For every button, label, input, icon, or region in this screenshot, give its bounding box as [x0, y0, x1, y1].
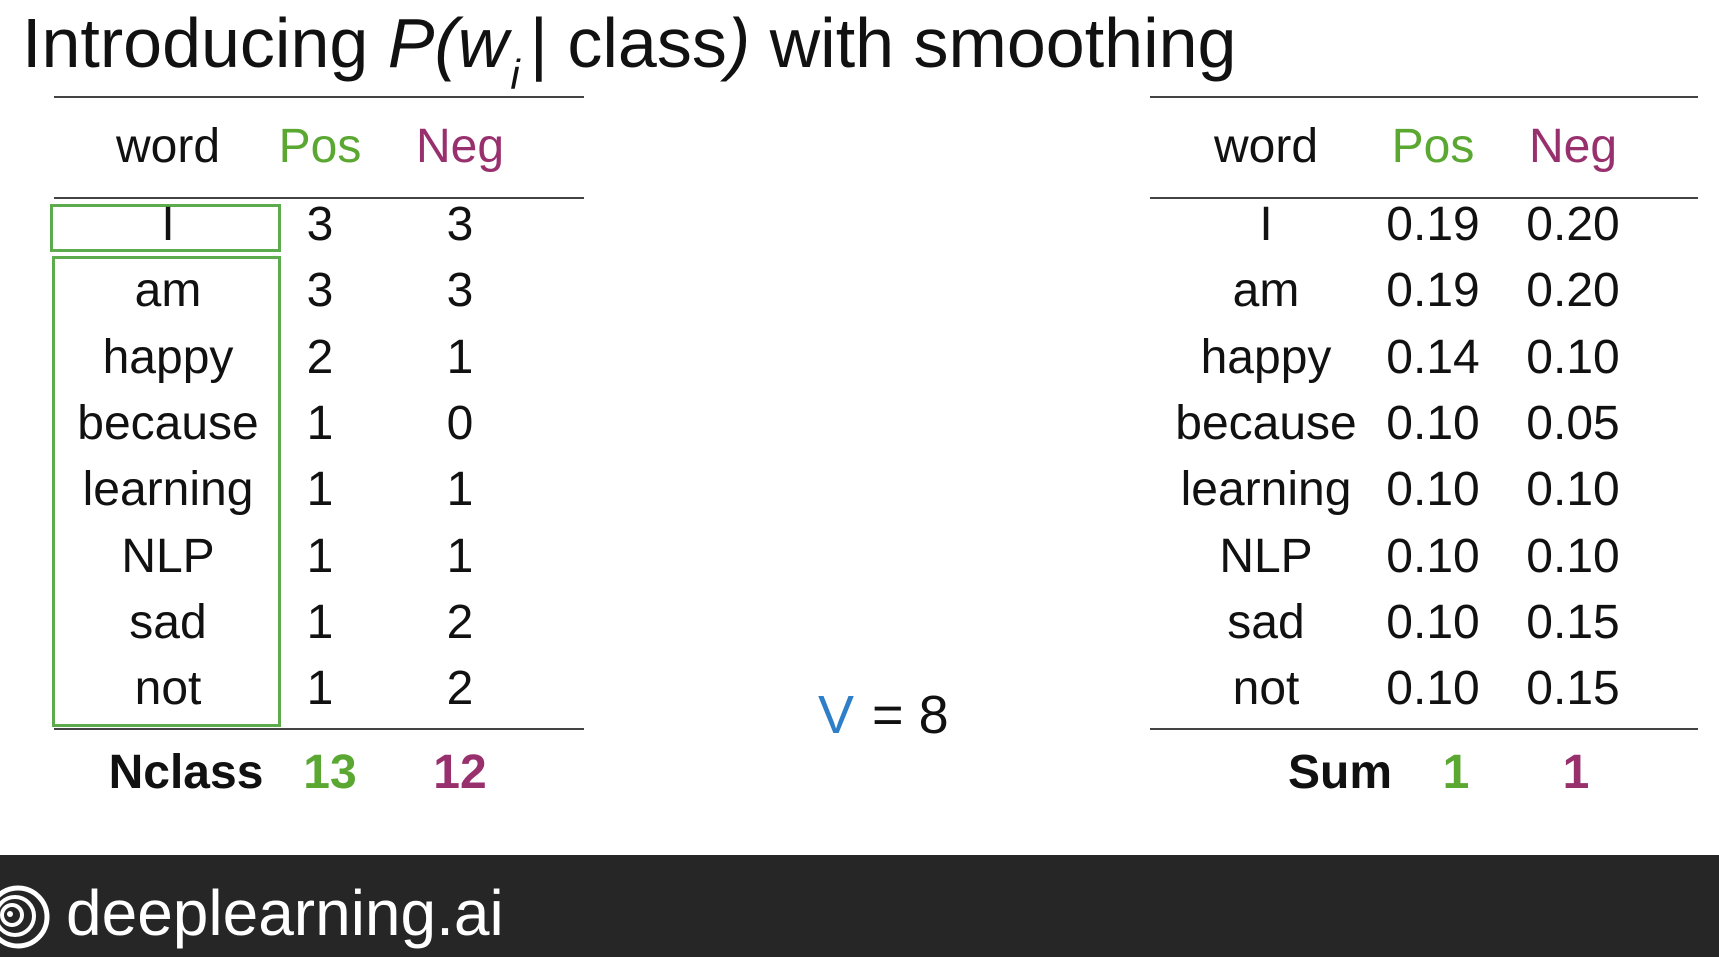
title-p-close: )	[726, 4, 751, 82]
counts-cell-neg: 3	[446, 264, 474, 318]
counts-cell-neg: 3	[446, 198, 474, 251]
prob-cell-pos: 0.19	[1386, 198, 1480, 251]
counts-cell-pos: 2	[306, 330, 334, 384]
counts-cell-neg: 0	[446, 396, 474, 450]
counts-footer-neg: 12	[433, 746, 487, 799]
counts-cell-neg: 1	[446, 463, 474, 517]
left-table-top-rule	[54, 96, 584, 98]
right-table-bottom-rule	[1150, 728, 1698, 730]
prob-cell-word: sad	[1227, 595, 1305, 649]
prob-cell-neg: 0.15	[1526, 595, 1620, 649]
counts-cell-word: happy	[102, 330, 234, 384]
prob-cell-neg: 0.20	[1526, 264, 1620, 318]
vocabulary-size: V = 8	[818, 680, 949, 750]
counts-header-neg: Neg	[415, 120, 505, 173]
counts-cell-word: sad	[129, 595, 207, 649]
prob-cell-word: happy	[1200, 330, 1332, 384]
prob-cell-word: learning	[1180, 463, 1352, 517]
counts-cell-word: not	[134, 662, 202, 716]
prob-cell-pos: 0.10	[1386, 396, 1480, 450]
title-p-open: P(w	[387, 4, 509, 82]
right-table-top-rule	[1150, 96, 1698, 98]
prob-cell-word: am	[1232, 264, 1300, 318]
prob-cell-neg: 0.10	[1526, 330, 1620, 384]
counts-cell-neg: 1	[446, 529, 474, 583]
title-suffix: with smoothing	[750, 4, 1237, 82]
prob-header-pos: Pos	[1391, 120, 1475, 173]
prob-cell-pos: 0.10	[1386, 595, 1480, 649]
counts-footer-word: Nclass	[108, 746, 264, 799]
vocab-symbol: V	[818, 685, 855, 745]
counts-header-word: word	[115, 120, 221, 173]
vocab-value: = 8	[872, 685, 949, 745]
footer-bar: deeplearning.ai	[0, 855, 1719, 957]
counts-cell-neg: 2	[446, 595, 474, 649]
brand-name: deeplearning.ai	[66, 877, 504, 949]
counts-cell-neg: 1	[446, 330, 474, 384]
counts-cell-word: NLP	[121, 529, 215, 583]
prob-cell-pos: 0.10	[1386, 529, 1480, 583]
prob-cell-neg: 0.15	[1526, 662, 1620, 716]
counts-cell-pos: 3	[306, 198, 334, 251]
counts-cell-pos: 1	[306, 662, 334, 716]
prob-cell-pos: 0.10	[1386, 463, 1480, 517]
counts-cell-word: because	[77, 396, 259, 450]
counts-cell-word: I	[161, 198, 175, 251]
counts-cell-word: learning	[82, 463, 254, 517]
prob-cell-neg: 0.05	[1526, 396, 1620, 450]
counts-footer-pos: 13	[303, 746, 357, 799]
title-subscript: i	[510, 51, 520, 98]
prob-cell-pos: 0.14	[1386, 330, 1480, 384]
prob-cell-word: I	[1259, 198, 1273, 251]
counts-cell-pos: 1	[306, 396, 334, 450]
counts-cell-pos: 1	[306, 463, 334, 517]
slide-title: Introducing P(wi | class) with smoothing	[22, 0, 1237, 98]
counts-header-pos: Pos	[278, 120, 362, 173]
prob-cell-word: not	[1232, 662, 1300, 716]
prob-cell-word: because	[1175, 396, 1357, 450]
prob-footer-pos: 1	[1442, 746, 1470, 799]
title-bar-class: | class	[529, 4, 727, 82]
prob-cell-neg: 0.20	[1526, 198, 1620, 251]
prob-cell-pos: 0.10	[1386, 662, 1480, 716]
counts-cell-pos: 1	[306, 529, 334, 583]
prob-cell-pos: 0.19	[1386, 264, 1480, 318]
prob-cell-neg: 0.10	[1526, 529, 1620, 583]
title-prefix: Introducing	[22, 4, 388, 82]
counts-cell-word: am	[134, 264, 202, 318]
deeplearning-logo-icon	[0, 885, 50, 949]
counts-cell-pos: 1	[306, 595, 334, 649]
counts-cell-neg: 2	[446, 662, 474, 716]
prob-cell-neg: 0.10	[1526, 463, 1620, 517]
prob-header-word: word	[1213, 120, 1319, 173]
counts-cell-pos: 3	[306, 264, 334, 318]
prob-header-neg: Neg	[1528, 120, 1618, 173]
prob-footer-neg: 1	[1562, 746, 1590, 799]
prob-cell-word: NLP	[1219, 529, 1313, 583]
left-table-bottom-rule	[54, 728, 584, 730]
